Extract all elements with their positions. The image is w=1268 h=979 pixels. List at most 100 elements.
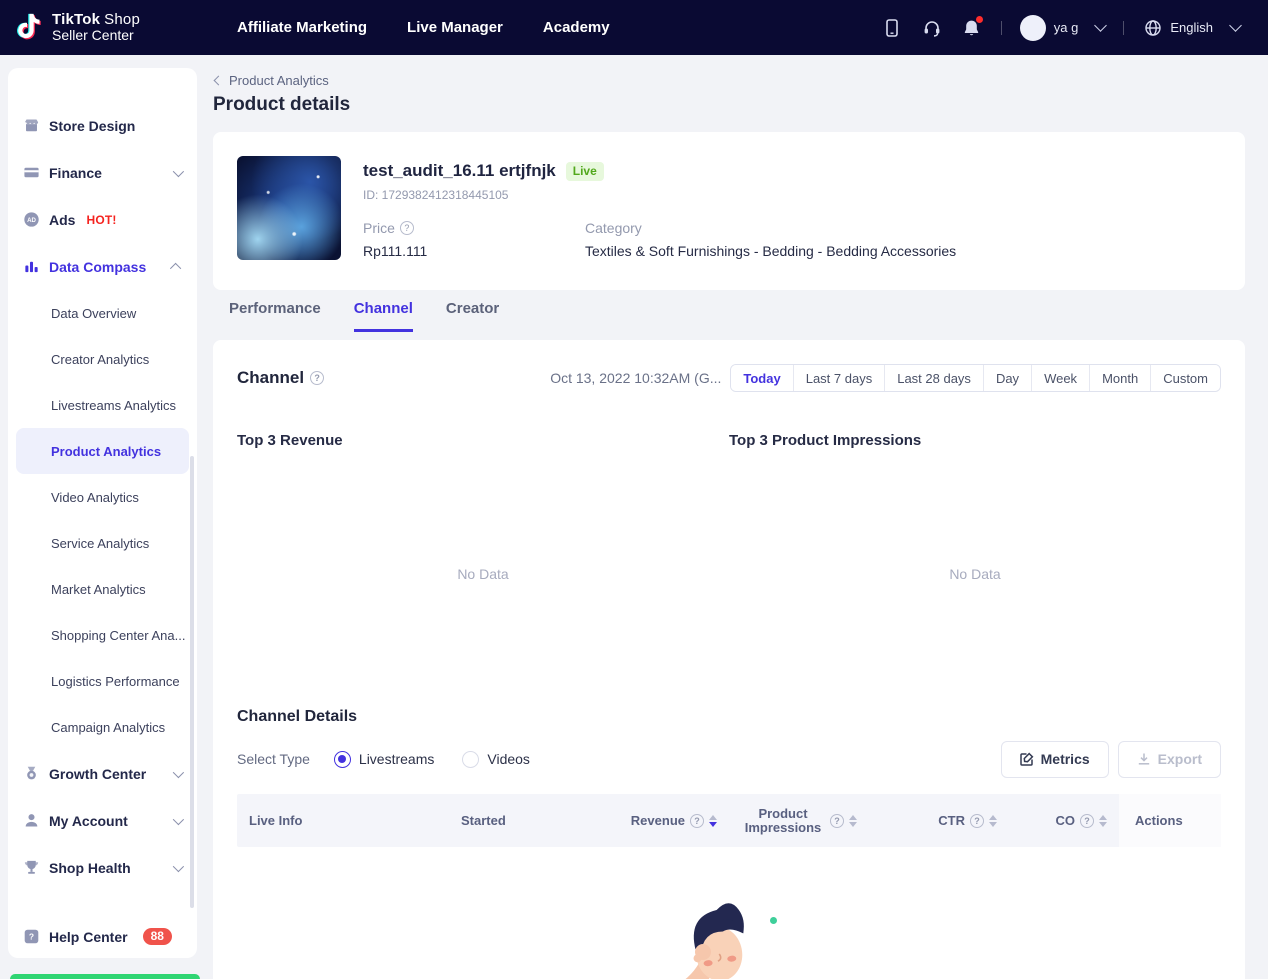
sidebar-item-creator-analytics[interactable]: Creator Analytics [16,336,189,382]
divider [1000,20,1002,35]
category-value: Textiles & Soft Furnishings - Bedding - … [585,243,957,259]
tab-creator[interactable]: Creator [446,300,499,332]
sort-icon[interactable] [1099,814,1107,827]
col-started: Started [461,813,506,828]
sort-icon[interactable] [849,814,857,827]
logo-wordmark: TikTok Shop Seller Center [52,11,140,43]
tab-channel[interactable]: Channel [353,300,413,332]
range-month[interactable]: Month [1089,365,1151,391]
sidebar-item-service-analytics[interactable]: Service Analytics [16,520,189,566]
storefront-icon [22,117,40,135]
no-data-text: No Data [949,566,1001,582]
tiktok-logo[interactable]: TikTok Shop Seller Center [0,9,225,46]
empty-state-illustration [685,903,744,979]
bottom-widget-bar [10,974,200,979]
product-name: test_audit_16.11 ertjfnjk [363,161,556,180]
chart-title: Top 3 Revenue [237,432,343,449]
mobile-app-icon[interactable] [881,17,903,39]
range-today[interactable]: Today [731,365,793,391]
status-badge: Live [565,161,604,181]
sidebar-item-video-analytics[interactable]: Video Analytics [16,474,189,520]
question-icon[interactable]: ? [690,813,704,828]
sidebar-item-shopping-center-analytics[interactable]: Shopping Center Ana... [16,612,189,658]
range-last-7-days[interactable]: Last 7 days [792,365,885,391]
sidebar-item-logistics-performance[interactable]: Logistics Performance [16,658,189,704]
sort-icon[interactable] [989,814,997,827]
question-icon[interactable]: ? [399,221,414,235]
breadcrumb[interactable]: Product Analytics [213,73,329,88]
radio-videos[interactable]: Videos [462,750,530,768]
range-custom[interactable]: Custom [1150,365,1220,391]
col-live-info: Live Info [249,813,303,828]
sidebar-item-shop-health[interactable]: Shop Health [8,844,197,891]
sidebar-item-help-center[interactable]: ? Help Center 88 [8,913,197,958]
back-chevron-icon [213,75,224,86]
sidebar-item-livestreams-analytics[interactable]: Livestreams Analytics [16,382,189,428]
sidebar-item-market-analytics[interactable]: Market Analytics [16,566,189,612]
top-navbar: TikTok Shop Seller Center Affiliate Marke… [0,0,1268,55]
question-icon[interactable]: ? [830,813,844,828]
col-revenue: Revenue ? [609,813,729,828]
select-type-label: Select Type [237,751,310,767]
primary-nav: Affiliate Marketing Live Manager Academy [237,19,610,36]
chart-title: Top 3 Product Impressions [729,432,922,449]
sidebar: Store Design Finance AD Ads HOT! Data Co… [8,68,197,958]
chevron-down-icon [172,766,185,778]
export-button[interactable]: Export [1117,740,1221,778]
sort-icon[interactable] [709,814,717,827]
product-summary-card: test_audit_16.11 ertjfnjk Live ID: 17293… [213,132,1245,290]
detail-tabs: Performance Channel Creator [229,300,499,332]
chevron-up-icon [169,262,182,274]
avatar[interactable] [1019,14,1046,41]
nav-academy[interactable]: Academy [543,19,610,36]
sidebar-item-campaign-analytics[interactable]: Campaign Analytics [16,704,189,750]
divider [1123,20,1125,35]
price-value: Rp111.111 [363,243,428,259]
help-count-badge: 88 [142,928,172,945]
chevron-down-icon[interactable] [1229,19,1242,32]
channel-card: Channel ? Oct 13, 2022 10:32AM (G... Tod… [213,340,1245,979]
tiktok-note-icon [14,9,44,46]
sidebar-item-data-compass[interactable]: Data Compass [8,243,197,290]
range-last-28-days[interactable]: Last 28 days [884,365,983,391]
sidebar-item-product-analytics[interactable]: Product Analytics [16,428,189,474]
sidebar-scrollbar[interactable] [190,456,194,908]
chevron-down-icon [172,860,185,872]
range-week[interactable]: Week [1031,365,1090,391]
metrics-button[interactable]: Metrics [1000,740,1109,778]
person-icon [22,812,40,830]
range-day[interactable]: Day [982,365,1032,391]
page-title: Product details [213,94,351,115]
sidebar-item-finance[interactable]: Finance [8,149,197,196]
category-label: Category [585,220,642,236]
sidebar-item-ads[interactable]: AD Ads HOT! [8,196,197,243]
question-icon[interactable]: ? [970,813,984,828]
product-id: ID: 1729382412318445105 [363,188,509,202]
language-selector[interactable]: English [1170,20,1213,35]
tab-performance[interactable]: Performance [229,300,321,332]
nav-affiliate-marketing[interactable]: Affiliate Marketing [237,19,367,36]
sidebar-item-store-design[interactable]: Store Design [8,102,197,149]
sidebar-item-data-overview[interactable]: Data Overview [16,290,189,336]
nav-live-manager[interactable]: Live Manager [407,19,503,36]
user-name[interactable]: ya g [1054,20,1079,35]
chevron-down-icon[interactable] [1094,19,1108,32]
globe-icon[interactable] [1142,17,1164,39]
price-label: Price [363,220,395,236]
question-icon[interactable]: ? [310,371,325,385]
svg-text:?: ? [28,932,33,942]
question-icon[interactable]: ? [1080,813,1094,828]
report-datetime: Oct 13, 2022 10:32AM (G... [550,370,722,386]
sidebar-item-growth-center[interactable]: Growth Center [8,750,197,797]
support-icon[interactable] [921,17,943,39]
navbar-actions: ya g English [881,14,1268,41]
notifications-icon[interactable] [961,15,983,39]
download-icon [1138,753,1149,765]
col-ctr: CTR ? [869,813,1009,828]
trophy-icon [22,859,40,877]
table-header: Live Info Started Revenue ? Product Impr… [237,794,1221,847]
top3-revenue-chart: Top 3 Revenue No Data [237,432,729,672]
notification-dot [975,15,983,23]
sidebar-item-my-account[interactable]: My Account [8,797,197,844]
radio-livestreams[interactable]: Livestreams [333,750,434,768]
